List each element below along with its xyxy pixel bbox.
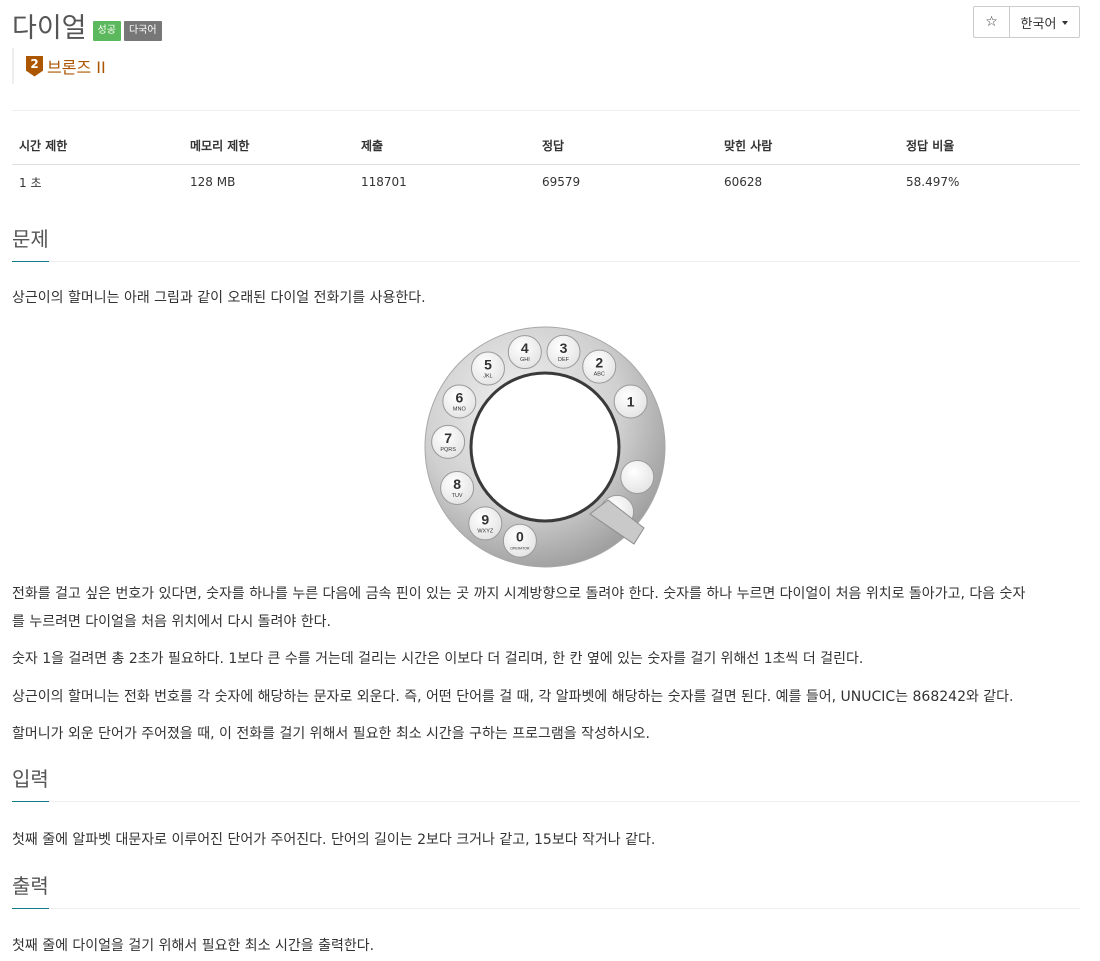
- problem-title: 다이얼: [12, 13, 87, 44]
- table-header: 맞힌 사람: [717, 128, 899, 165]
- top-button-group: ☆ 한국어: [973, 6, 1080, 38]
- problem-title-row: 다이얼 성공 다국어: [12, 6, 162, 45]
- dial-hole: 8TUV: [440, 470, 475, 505]
- dial-digit: 2: [595, 355, 603, 371]
- dial-digit: 0: [516, 529, 524, 545]
- input-section-title: 입력: [12, 765, 49, 802]
- problem-paragraph: 를 누르려면 다이얼을 처음 위치에서 다시 돌려야 한다.: [12, 614, 331, 630]
- dial-hole: 0 OPERATOR: [502, 523, 537, 558]
- success-badge: 성공: [92, 20, 121, 41]
- problem-section-header: 문제: [12, 225, 1080, 262]
- bronze-tier-icon: 2: [26, 55, 43, 77]
- divider: [12, 110, 1080, 111]
- problem-paragraph: 전화를 걸고 싶은 번호가 있다면, 숫자를 하나를 누른 다음에 금속 핀이 …: [12, 586, 1026, 602]
- tier-label[interactable]: 브론즈 II: [47, 54, 106, 78]
- dial-hole: 7PQRS: [431, 424, 466, 459]
- dial-digit: 6: [455, 389, 463, 405]
- dial-digit: 5: [484, 357, 492, 373]
- language-dropdown[interactable]: 한국어: [1010, 7, 1079, 37]
- output-section-title: 출력: [12, 872, 49, 909]
- dial-hole: [620, 459, 655, 494]
- dial-hole: 4GHI: [507, 335, 542, 370]
- star-icon: ☆: [985, 14, 998, 30]
- dial-hole: 6MNO: [442, 384, 477, 419]
- favorite-button[interactable]: ☆: [974, 7, 1010, 37]
- dial-letters: GHI: [520, 357, 530, 363]
- dial-letters: DEF: [558, 357, 570, 363]
- dial-letters: PQRS: [440, 447, 456, 453]
- dial-digit: 7: [444, 430, 452, 446]
- table-cell: 69579: [542, 175, 581, 190]
- output-section-header: 출력: [12, 872, 1080, 909]
- dial-digit: 3: [560, 340, 568, 356]
- caret-down-icon: [1062, 21, 1069, 25]
- table-header-row: 시간 제한 메모리 제한 제출 정답 맞힌 사람 정답 비율: [12, 128, 1080, 165]
- dial-hole: 5JKL: [470, 351, 505, 386]
- table-cell: 128 MB: [190, 175, 236, 190]
- dial-letters: OPERATOR: [510, 547, 530, 551]
- dial-hole: 3DEF: [546, 334, 581, 369]
- table-cell: 58.497%: [906, 175, 960, 190]
- table-header: 메모리 제한: [183, 128, 354, 165]
- table-header: 제출: [354, 128, 535, 165]
- dial-letters: TUV: [452, 493, 463, 499]
- dial-hole: 1: [613, 384, 648, 419]
- input-section-header: 입력: [12, 765, 1080, 802]
- rotary-dial-image: 12ABC3DEF4GHI5JKL6MNO7PQRS8TUV9WXYZ 0OPER…: [424, 326, 666, 568]
- table-cell: 60628: [724, 175, 763, 190]
- problem-paragraph: 상근이의 할머니는 전화 번호를 각 숫자에 해당하는 문자로 외운다. 즉, …: [12, 689, 1014, 705]
- output-paragraph: 첫째 줄에 다이얼을 걸기 위해서 필요한 최소 시간을 출력한다.: [12, 938, 375, 954]
- problem-section-title: 문제: [12, 225, 49, 262]
- dial-letters: JKL: [483, 374, 492, 380]
- dial-center: [469, 371, 621, 523]
- table-header: 정답: [535, 128, 717, 165]
- dial-hole: 9WXYZ: [468, 506, 503, 541]
- table-cell: 118701: [361, 175, 407, 190]
- language-label: 한국어: [1020, 16, 1057, 32]
- problem-paragraph: 할머니가 외운 단어가 주어졌을 때, 이 전화를 걸기 위해서 필요한 최소 …: [12, 726, 650, 742]
- dial-letters: ABC: [594, 372, 605, 378]
- problem-paragraph: 상근이의 할머니는 아래 그림과 같이 오래된 다이얼 전화기를 사용한다.: [12, 290, 426, 306]
- table-header: 정답 비율: [899, 128, 1080, 165]
- multilang-badge: 다국어: [123, 20, 162, 41]
- input-paragraph: 첫째 줄에 알파벳 대문자로 이루어진 단어가 주어진다. 단어의 길이는 2보…: [12, 832, 656, 848]
- problem-paragraph: 숫자 1을 걸려면 총 2초가 필요하다. 1보다 큰 수를 거는데 걸리는 시…: [12, 651, 864, 667]
- table-row: 1 초 128 MB 118701 69579 60628 58.497%: [12, 164, 1080, 200]
- dial-digit: 4: [521, 340, 529, 356]
- dial-digit: 1: [627, 393, 635, 409]
- dial-digit: 8: [453, 476, 461, 492]
- problem-info-table: 시간 제한 메모리 제한 제출 정답 맞힌 사람 정답 비율 1 초 128 M…: [12, 128, 1080, 200]
- dial-hole: 2ABC: [582, 349, 617, 384]
- dial-letters: MNO: [453, 406, 467, 412]
- tier-block: 2 브론즈 II: [12, 48, 106, 84]
- table-header: 시간 제한: [12, 128, 183, 165]
- dial-letters: WXYZ: [477, 528, 494, 534]
- table-cell: 1 초: [19, 175, 42, 190]
- dial-digit: 9: [481, 511, 489, 527]
